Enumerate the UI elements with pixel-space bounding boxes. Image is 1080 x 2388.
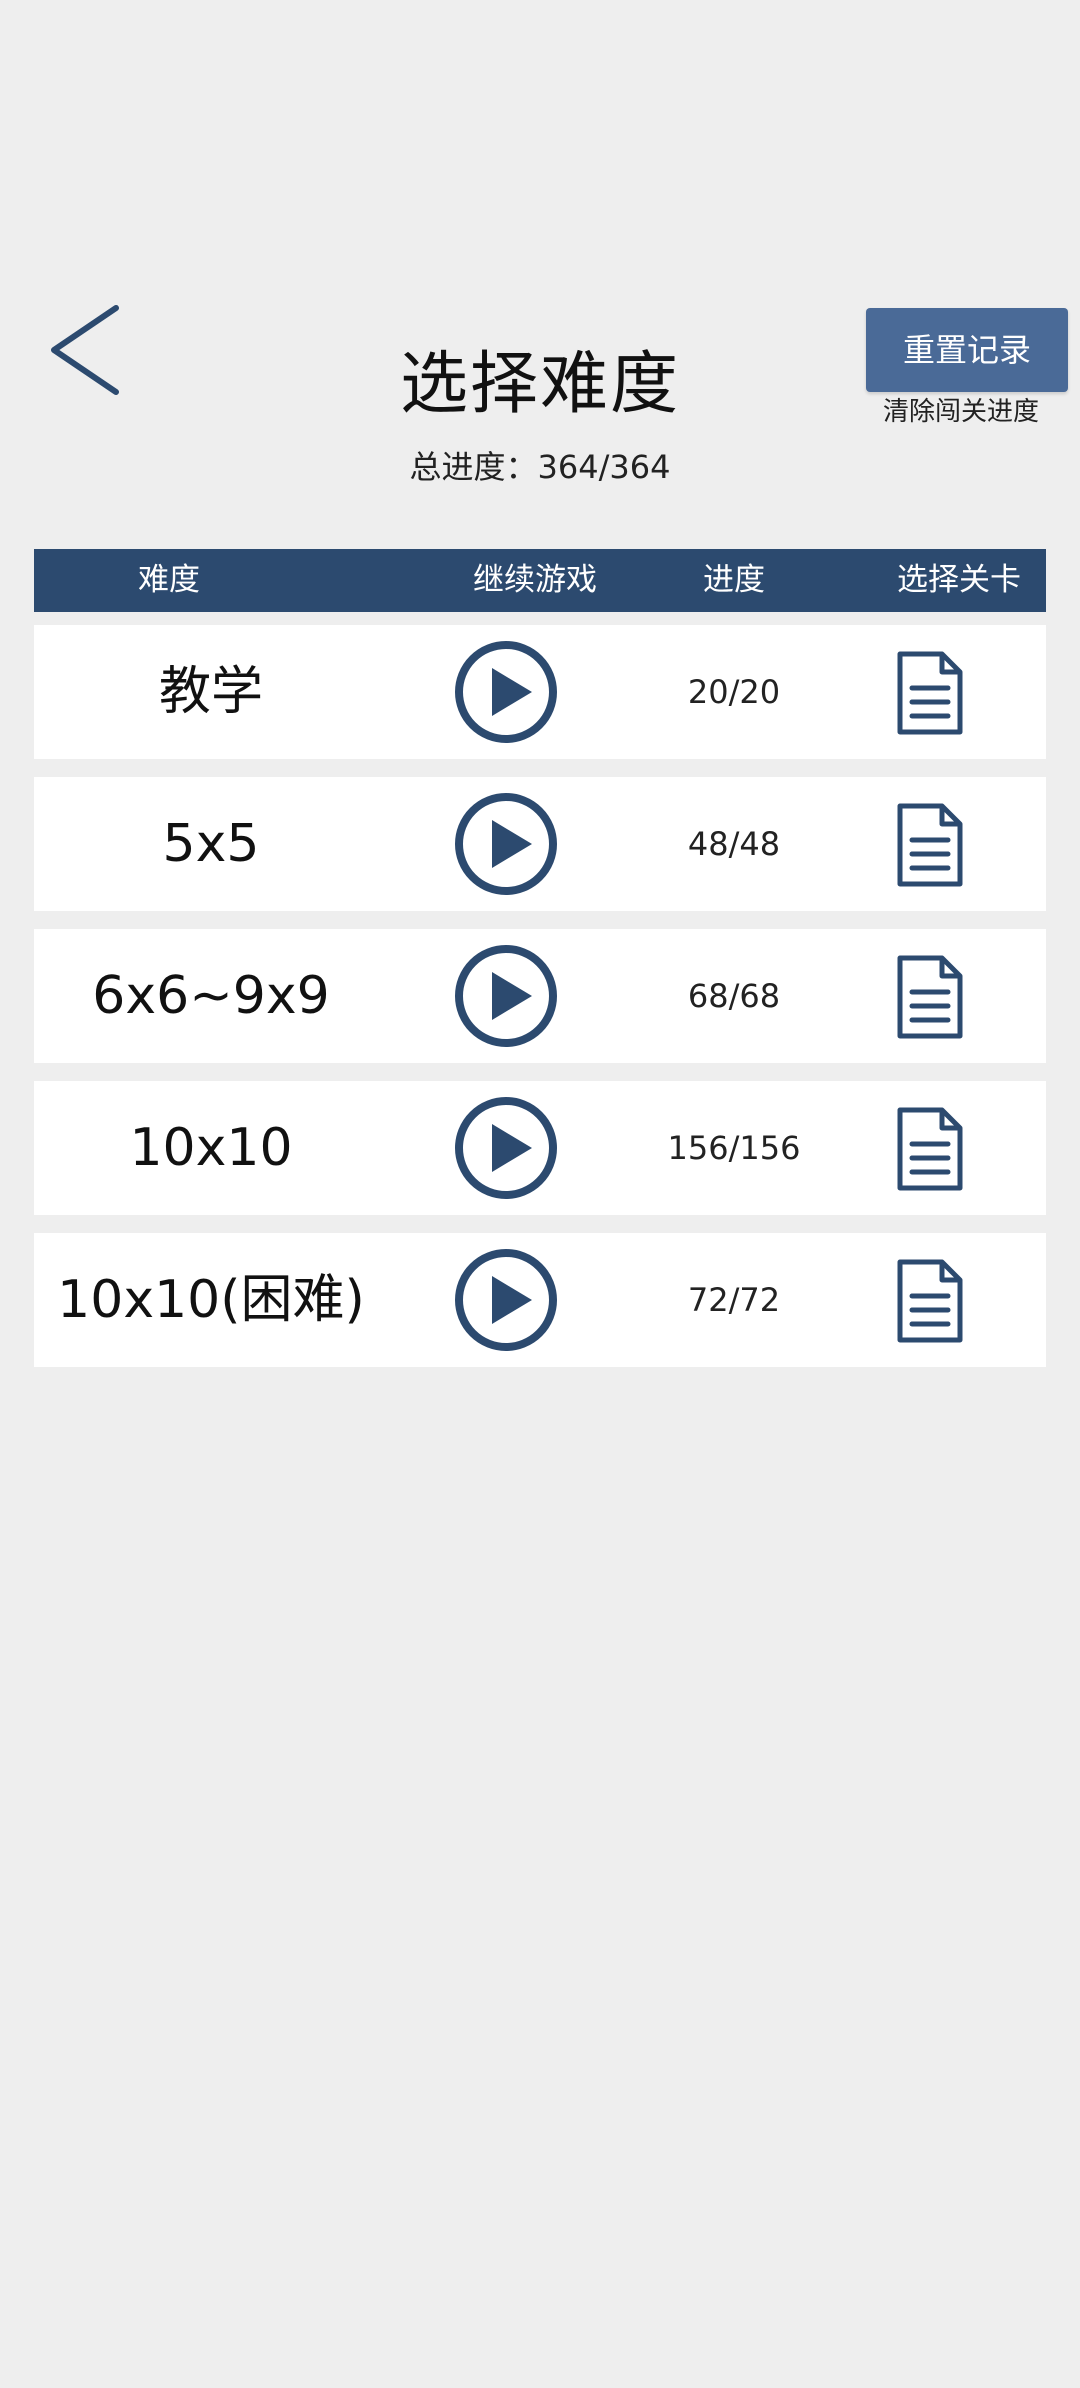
continue-game-button[interactable] [454,792,558,896]
document-icon [897,955,963,1039]
table-row: 6x6~9x9 68/68 [34,929,1046,1063]
play-circle-icon [455,793,557,895]
difficulty-name: 10x10(困难) [57,1270,365,1330]
difficulty-name: 6x6~9x9 [92,966,330,1026]
total-progress: 总进度：364/364 [409,448,671,486]
document-icon [897,1259,963,1343]
select-level-button[interactable] [896,1258,964,1344]
continue-game-button[interactable] [454,1248,558,1352]
document-icon [897,1107,963,1191]
play-circle-icon [455,945,557,1047]
level-progress: 20/20 [687,673,781,711]
select-level-button[interactable] [896,954,964,1040]
reset-records-button[interactable]: 重置记录 [866,308,1068,392]
table-row: 10x10 156/156 [34,1081,1046,1215]
table-header: 难度 继续游戏 进度 选择关卡 [34,549,1046,612]
table-row: 5x5 48/48 [34,777,1046,911]
difficulty-name: 10x10 [129,1118,293,1178]
difficulty-name: 教学 [158,662,263,722]
reset-hint: 清除闯关进度 [882,397,1039,427]
level-progress: 72/72 [687,1281,781,1319]
difficulty-name: 5x5 [162,814,260,874]
column-header-select-level: 选择关卡 [897,562,1021,598]
continue-game-button[interactable] [454,1096,558,1200]
column-header-difficulty: 难度 [138,562,200,598]
select-level-button[interactable] [896,650,964,736]
table-row: 10x10(困难) 72/72 [34,1233,1046,1367]
play-circle-icon [455,641,557,743]
play-circle-icon [455,1097,557,1199]
level-progress: 48/48 [687,825,781,863]
level-progress: 68/68 [687,977,781,1015]
table-row: 教学 20/20 [34,625,1046,759]
play-circle-icon [455,1249,557,1351]
level-progress: 156/156 [667,1129,801,1167]
continue-game-button[interactable] [454,640,558,744]
document-icon [897,651,963,735]
select-level-button[interactable] [896,1106,964,1192]
document-icon [897,803,963,887]
continue-game-button[interactable] [454,944,558,1048]
select-level-button[interactable] [896,802,964,888]
